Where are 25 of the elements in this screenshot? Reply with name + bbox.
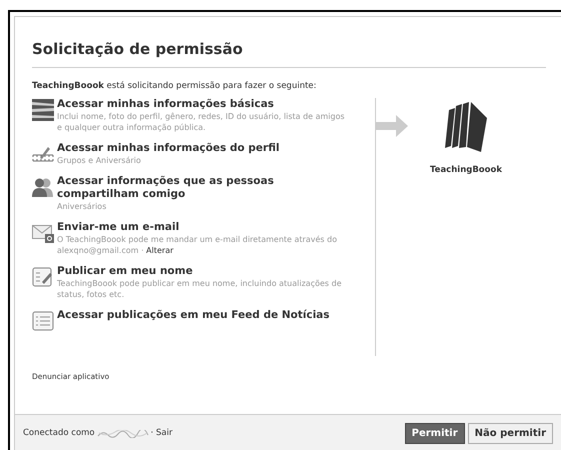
- blurred-username-drawing: [96, 430, 149, 438]
- permission-description: Grupos e Aniversário: [57, 155, 142, 166]
- permission-title: Enviar-me um e-mail: [57, 221, 180, 234]
- blurred-photo-icon: [32, 99, 54, 122]
- permission-title: Acessar informações que as pessoas compartilham comigo: [57, 175, 275, 202]
- note-pencil-icon: [32, 266, 54, 288]
- app-name: TeachingBoook: [430, 164, 502, 177]
- permission-title: Acessar minhas informações do perfil: [57, 142, 280, 156]
- permission-title: Publicar em meu nome: [57, 265, 194, 278]
- connected-label: Conectado como: [23, 427, 95, 440]
- permission-description: Aniversários: [57, 201, 108, 212]
- permission-description: O TeachingBoook pode me mandar um e-mail diretamente através do alexqno@gmail.com · Alterar: [57, 234, 338, 256]
- intro-text: TeachingBoook está solicitando permissão para fazer o seguinte:: [32, 80, 318, 92]
- logout-link[interactable]: · Sair: [150, 427, 172, 440]
- dialog-title: Solicitação de permissão: [32, 38, 546, 68]
- permission-title: Acessar publicações em meu Feed de Notícias: [57, 309, 330, 322]
- change-link[interactable]: Alterar: [146, 246, 174, 256]
- deny-button[interactable]: Não permitir: [468, 423, 553, 444]
- permission-title: Acessar minhas informações básicas: [57, 98, 275, 112]
- allow-button[interactable]: Permitir: [404, 423, 465, 444]
- envelope-icon: [32, 222, 54, 244]
- list-icon: [32, 310, 54, 332]
- permission-description: TeachingBoook pode publicar em meu nome, incluindo atualizações de status, fotos etc.: [57, 278, 342, 300]
- people-icon: [32, 176, 54, 198]
- permission-description: Inclui nome, foto do perfil, gênero, redes, ID do usuário, lista de amigos e qualquer outra informação pública.: [57, 111, 346, 134]
